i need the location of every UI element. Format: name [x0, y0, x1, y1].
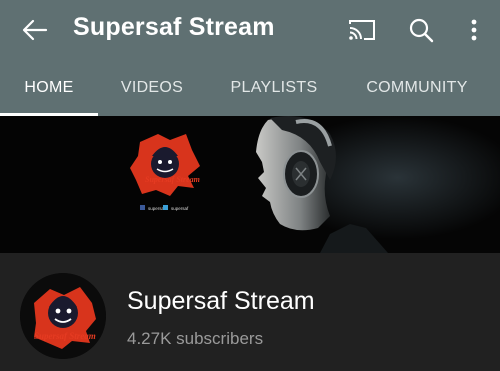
app-bar: Supersaf Stream HOME VIDEOS PLAYLISTS CO…: [0, 0, 500, 116]
banner-social-2: supersaf: [171, 206, 189, 211]
banner-art: Supersaf Stream supersaf supersaf: [0, 116, 500, 253]
channel-info: Supersaf Stream Supersaf Stream 4.27K su…: [0, 253, 500, 371]
back-button[interactable]: [18, 14, 52, 46]
channel-title: Supersaf Stream: [73, 13, 275, 41]
back-arrow-icon: [22, 19, 48, 41]
more-vert-icon: [471, 19, 477, 41]
avatar-logo-text: Supersaf Stream: [34, 331, 96, 341]
avatar-logo: Supersaf Stream: [20, 273, 106, 359]
channel-avatar[interactable]: Supersaf Stream: [20, 273, 106, 359]
cast-icon: [349, 20, 375, 40]
banner-social: supersaf supersaf: [140, 205, 189, 211]
more-options-button[interactable]: [458, 14, 490, 46]
cast-button[interactable]: [346, 14, 378, 46]
search-button[interactable]: [405, 14, 437, 46]
channel-name: Supersaf Stream: [127, 287, 315, 315]
channel-banner: Supersaf Stream supersaf supersaf: [0, 116, 500, 253]
tab-videos[interactable]: VIDEOS: [103, 60, 201, 116]
top-bar: Supersaf Stream: [0, 0, 500, 60]
tab-playlists[interactable]: PLAYLISTS: [222, 60, 326, 116]
search-icon: [409, 18, 434, 43]
banner-logo-text: Supersaf Stream: [145, 175, 200, 184]
subscriber-count: 4.27K subscribers: [127, 329, 264, 348]
channel-tabs: HOME VIDEOS PLAYLISTS COMMUNITY: [0, 60, 500, 116]
tab-home[interactable]: HOME: [0, 60, 98, 116]
tab-community[interactable]: COMMUNITY: [356, 60, 478, 116]
